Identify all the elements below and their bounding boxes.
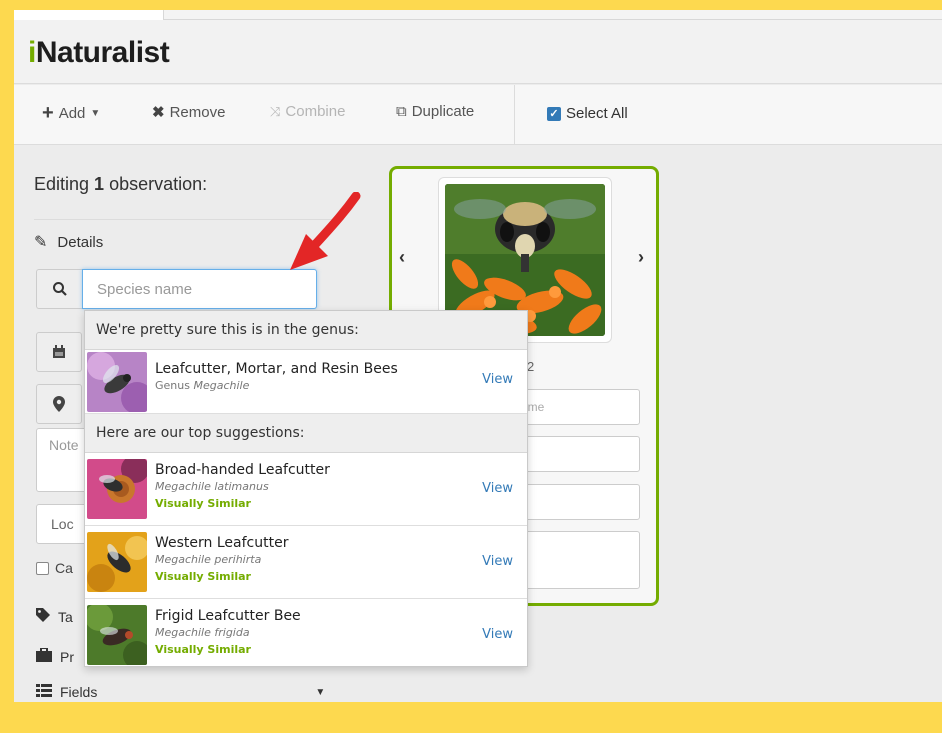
briefcase-icon [36, 647, 52, 665]
location-placeholder: Loc [51, 516, 74, 532]
species-suggestions-dropdown: We're pretty sure this is in the genus: … [84, 310, 528, 667]
checkbox-box [36, 561, 49, 575]
genus-rank: Genus [155, 379, 190, 392]
check-icon: ✓ [547, 106, 561, 121]
suggestion-view-link[interactable]: View [482, 481, 513, 496]
remove-label: Remove [169, 103, 226, 121]
fields-label: Fields [60, 684, 98, 700]
suggestion-item[interactable]: Frigid Leafcutter Bee Megachile frigida … [85, 599, 527, 666]
logo-text: Naturalist [35, 36, 170, 69]
suggestion-scientific-name: Megachile frigida [155, 626, 250, 639]
times-icon: ✖ [152, 104, 165, 121]
captive-checkbox[interactable]: Ca [36, 560, 73, 576]
visually-similar-badge: Visually Similar [155, 570, 251, 583]
suggestion-text: Western Leafcutter Megachile perihirta V… [155, 526, 288, 585]
suggestion-view-link[interactable]: View [482, 627, 513, 642]
suggestion-common-name: Western Leafcutter [155, 535, 289, 551]
suggestion-thumbnail [87, 459, 147, 519]
logo-i: i [28, 36, 36, 69]
notes-placeholder: Note [49, 437, 79, 453]
suggestion-item[interactable]: Broad-handed Leafcutter Megachile latima… [85, 453, 527, 526]
inaturalist-logo[interactable]: iNaturalist [28, 36, 170, 70]
search-icon [36, 269, 82, 309]
suggestion-thumbnail [87, 605, 147, 665]
chevron-left-icon[interactable]: ‹ [399, 247, 405, 268]
tags-label: Ta [58, 608, 73, 625]
browser-tab[interactable] [14, 10, 164, 20]
tag-icon [36, 608, 50, 625]
genus-common-name: Leafcutter, Mortar, and Resin Bees [155, 361, 398, 377]
fields-section[interactable]: Fields ▼ [36, 684, 325, 700]
details-label: Details [57, 233, 104, 251]
photo-count: 2 [527, 359, 535, 374]
suggestion-common-name: Broad-handed Leafcutter [155, 462, 330, 478]
genus-sci-name: Megachile [193, 379, 250, 392]
suggestion-item[interactable]: Western Leafcutter Megachile perihirta V… [85, 526, 527, 599]
chevron-right-icon[interactable]: › [638, 247, 644, 268]
genus-scientific-name: Genus Megachile [155, 378, 398, 394]
select-all-label: Select All [566, 105, 628, 122]
combine-icon: ⤨ [270, 103, 281, 119]
editing-prefix: Editing [34, 174, 95, 194]
pencil-icon: ✎ [34, 234, 48, 251]
list-icon [36, 684, 52, 700]
remove-button[interactable]: ✖ Remove [152, 103, 226, 122]
suggestion-common-name: Frigid Leafcutter Bee [155, 608, 301, 624]
suggestion-genus[interactable]: Leafcutter, Mortar, and Resin Bees Genus… [85, 350, 527, 414]
duplicate-button[interactable]: ⧉ Duplicate [396, 103, 474, 120]
caret-down-icon: ▼ [90, 107, 101, 119]
suggestion-view-link[interactable]: View [482, 554, 513, 569]
calendar-icon [36, 332, 82, 372]
visually-similar-badge: Visually Similar [155, 497, 251, 510]
add-label: Add [58, 104, 86, 122]
editing-suffix: observation: [104, 174, 208, 194]
suggestion-text: Frigid Leafcutter Bee Megachile frigida … [155, 599, 301, 658]
captive-label: Ca [55, 560, 73, 576]
app-header: iNaturalist [14, 20, 942, 84]
details-section-header[interactable]: ✎ Details [34, 232, 103, 252]
tags-section[interactable]: Ta [36, 608, 73, 625]
suggestion-thumbnail [87, 532, 147, 592]
editing-heading: Editing 1 observation: [34, 174, 207, 195]
duplicate-icon: ⧉ [396, 103, 407, 120]
toolbar: + Add ▼ ✖ Remove ⤨ Combine ⧉ Duplicate ✓… [14, 85, 942, 145]
divider [34, 219, 344, 220]
toolbar-divider [514, 85, 515, 145]
plus-icon: + [42, 102, 54, 124]
genus-thumbnail [87, 352, 147, 412]
browser-strip [14, 10, 942, 20]
top-suggestions-header: Here are our top suggestions: [85, 414, 527, 453]
app-screen: iNaturalist + Add ▼ ✖ Remove ⤨ Combine ⧉… [14, 10, 942, 702]
suggestion-text: Broad-handed Leafcutter Megachile latima… [155, 453, 330, 512]
projects-section[interactable]: Pr [36, 647, 74, 665]
caret-down-icon: ▼ [315, 686, 326, 698]
combine-label: Combine [285, 103, 346, 120]
suggestion-scientific-name: Megachile latimanus [155, 480, 269, 493]
genus-header: We're pretty sure this is in the genus: [85, 311, 527, 350]
projects-label: Pr [60, 648, 74, 665]
species-name-input[interactable]: Species name [82, 269, 317, 309]
visually-similar-badge: Visually Similar [155, 643, 251, 656]
editing-count: 1 [94, 174, 105, 194]
map-marker-icon [36, 384, 82, 424]
suggestion-scientific-name: Megachile perihirta [155, 553, 262, 566]
duplicate-label: Duplicate [411, 103, 475, 120]
genus-text: Leafcutter, Mortar, and Resin Bees Genus… [155, 352, 398, 394]
add-button[interactable]: + Add ▼ [42, 103, 100, 123]
genus-view-link[interactable]: View [482, 372, 513, 387]
select-all-checkbox[interactable]: ✓ Select All [547, 105, 628, 122]
species-placeholder: Species name [97, 280, 193, 298]
combine-button[interactable]: ⤨ Combine [270, 103, 345, 120]
